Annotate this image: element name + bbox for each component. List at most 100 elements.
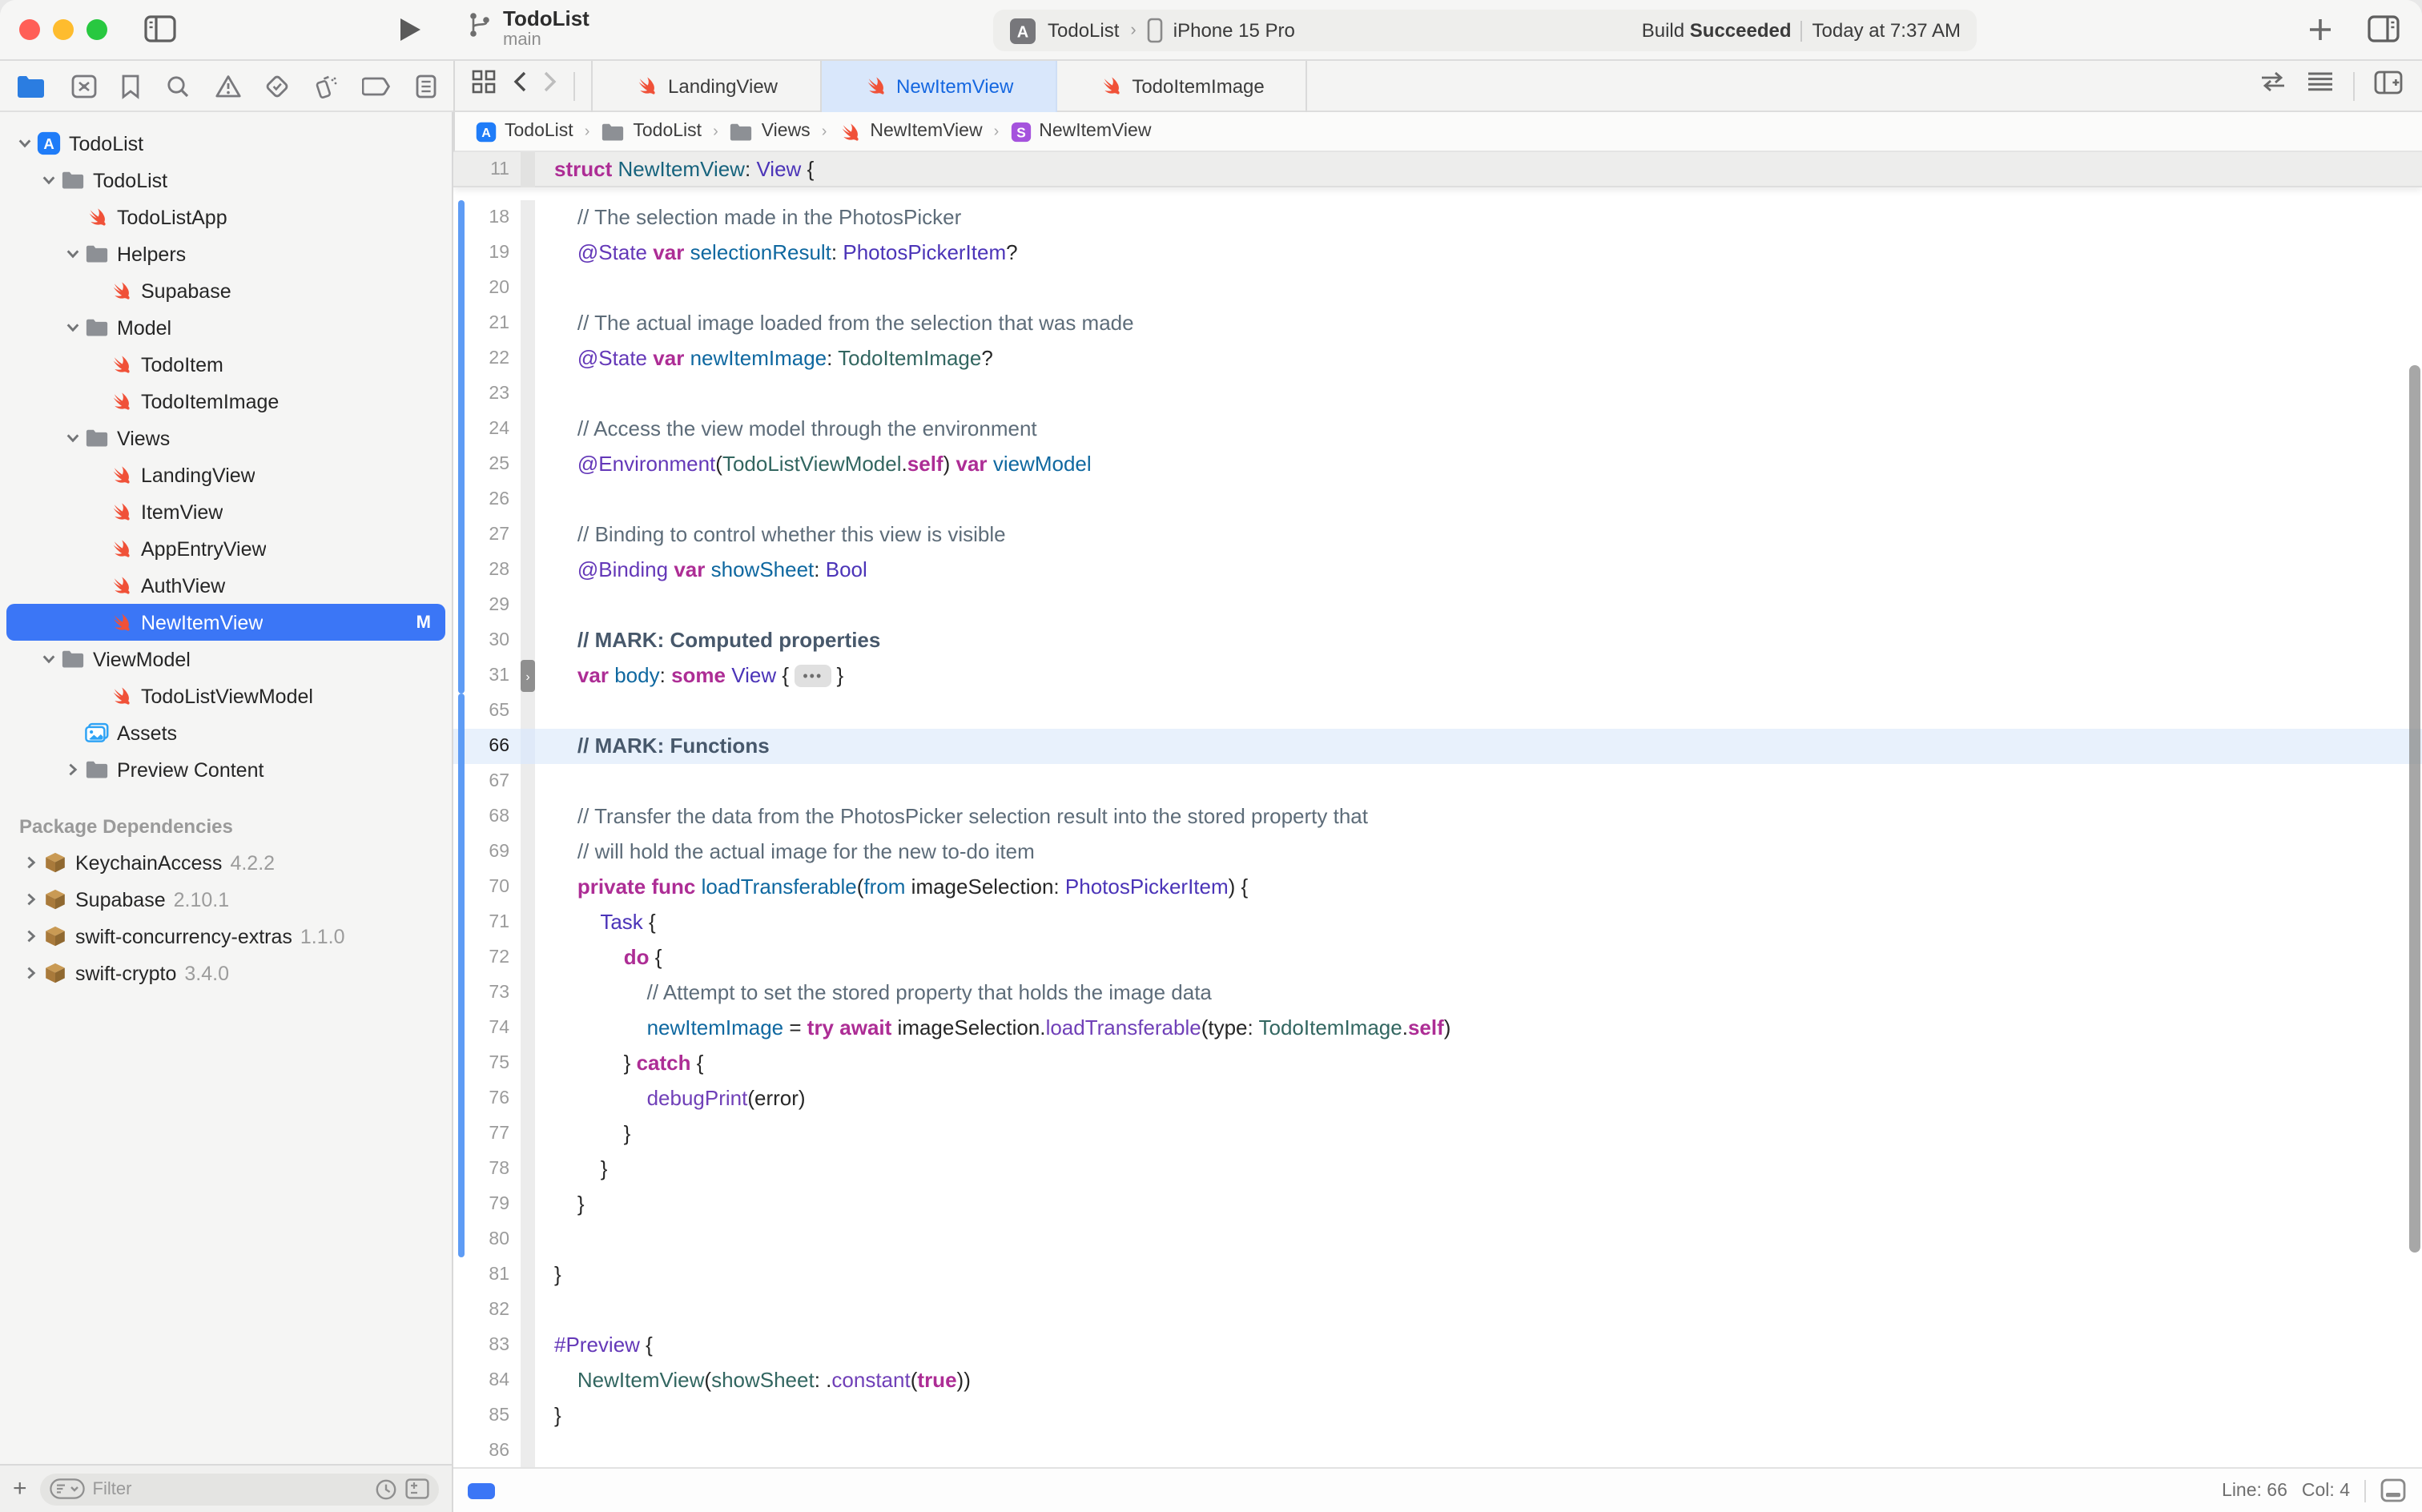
package-item-supabase[interactable]: Supabase2.10.1 [6, 881, 445, 918]
related-items-button[interactable] [471, 69, 497, 103]
code-line-24[interactable]: 24 // Access the view model through the … [453, 412, 2422, 447]
code-line-74[interactable]: 74 newItemImage = try await imageSelecti… [453, 1011, 2422, 1046]
code-line-66[interactable]: 66 // MARK: Functions [453, 729, 2422, 764]
code-line-21[interactable]: 21 // The actual image loaded from the s… [453, 306, 2422, 341]
fold-ribbon[interactable] [521, 1257, 535, 1293]
code-line-22[interactable]: 22 @State var newItemImage: TodoItemImag… [453, 341, 2422, 376]
recent-files-icon[interactable] [375, 1478, 397, 1500]
sidebar-item-viewmodel[interactable]: ViewModel [6, 641, 445, 678]
sidebar-item-assets[interactable]: Assets [6, 714, 445, 751]
fold-ribbon[interactable] [521, 1434, 535, 1467]
sidebar-item-helpers[interactable]: Helpers [6, 235, 445, 272]
project-navigator-tab[interactable] [16, 73, 46, 99]
fold-ribbon[interactable] [521, 1222, 535, 1257]
line-number[interactable]: 85 [453, 1406, 521, 1426]
code-line-72[interactable]: 72 do { [453, 940, 2422, 975]
sidebar-item-model[interactable]: Model [6, 309, 445, 346]
code-line-19[interactable]: 19 @State var selectionResult: PhotosPic… [453, 235, 2422, 271]
code-line-30[interactable]: 30 // MARK: Computed properties [453, 623, 2422, 658]
fold-ribbon[interactable] [521, 975, 535, 1011]
close-button[interactable] [19, 19, 40, 40]
code-line-84[interactable]: 84 NewItemView(showSheet: .constant(true… [453, 1363, 2422, 1398]
toggle-bottom-bar-icon[interactable] [2380, 1478, 2406, 1502]
code-review-button[interactable] [2259, 70, 2287, 101]
zoom-button[interactable] [86, 19, 107, 40]
fold-ribbon[interactable] [521, 799, 535, 834]
toggle-left-sidebar-button[interactable] [144, 14, 176, 43]
code-line-70[interactable]: 70 private func loadTransferable(from im… [453, 870, 2422, 905]
package-item-keychainaccess[interactable]: KeychainAccess4.2.2 [6, 844, 445, 881]
code-line-77[interactable]: 77 } [453, 1116, 2422, 1152]
breakpoints-navigator-tab[interactable] [363, 74, 392, 97]
source-control-filter-icon[interactable] [405, 1478, 429, 1499]
code-line-29[interactable]: 29 [453, 588, 2422, 623]
fold-ribbon[interactable] [521, 940, 535, 975]
fold-ribbon[interactable] [521, 1293, 535, 1328]
breakpoint-indicator[interactable] [468, 1482, 495, 1498]
line-number[interactable]: 82 [453, 1301, 521, 1320]
fold-marker-icon[interactable]: › [521, 660, 535, 692]
code-line-65[interactable]: 65 [453, 694, 2422, 729]
fold-ribbon[interactable] [521, 376, 535, 412]
fold-ribbon[interactable] [521, 1116, 535, 1152]
chevron-right-icon[interactable] [61, 762, 83, 777]
fold-ribbon[interactable] [521, 482, 535, 517]
fold-ribbon[interactable] [521, 1081, 535, 1116]
code-line-18[interactable]: 18 // The selection made in the PhotosPi… [453, 200, 2422, 235]
run-destination[interactable]: iPhone 15 Pro [1173, 19, 1295, 42]
editor-tab-todoitemimage[interactable]: TodoItemImage [1056, 60, 1307, 111]
filter-field[interactable]: Filter [40, 1473, 439, 1505]
chevron-down-icon[interactable] [37, 173, 59, 187]
editor-tab-landingview[interactable]: LandingView [591, 60, 821, 111]
breadcrumb-item-2[interactable]: Views [730, 121, 811, 142]
issues-navigator-tab[interactable] [214, 73, 241, 99]
line-number[interactable]: 81 [453, 1265, 521, 1285]
fold-ribbon[interactable] [521, 1152, 535, 1187]
bookmarks-navigator-tab[interactable] [121, 73, 142, 99]
reports-navigator-tab[interactable] [415, 73, 437, 99]
tests-navigator-tab[interactable] [264, 73, 290, 99]
adjust-editor-options-button[interactable] [2307, 70, 2334, 101]
code-line-26[interactable]: 26 [453, 482, 2422, 517]
line-number[interactable]: 84 [453, 1371, 521, 1390]
fold-ribbon[interactable] [521, 517, 535, 553]
chevron-down-icon[interactable] [61, 431, 83, 445]
code-line-27[interactable]: 27 // Binding to control whether this vi… [453, 517, 2422, 553]
package-item-swift-crypto[interactable]: swift-crypto3.4.0 [6, 955, 445, 991]
sidebar-item-authview[interactable]: AuthView [6, 567, 445, 604]
line-number[interactable]: 83 [453, 1336, 521, 1355]
fold-ribbon[interactable] [521, 1363, 535, 1398]
scheme-bar[interactable]: A TodoList › iPhone 15 Pro Build Succeed… [993, 10, 1977, 51]
code-line-82[interactable]: 82 [453, 1293, 2422, 1328]
sidebar-item-todolistviewmodel[interactable]: TodoListViewModel [6, 678, 445, 714]
fold-ribbon[interactable] [521, 271, 535, 306]
code-line-79[interactable]: 79 } [453, 1187, 2422, 1222]
fold-ribbon[interactable] [521, 152, 535, 187]
code-line-71[interactable]: 71 Task { [453, 905, 2422, 940]
package-item-swift-concurrency-extras[interactable]: swift-concurrency-extras1.1.0 [6, 918, 445, 955]
run-button[interactable] [397, 16, 423, 43]
fold-ribbon[interactable] [521, 834, 535, 870]
fold-ribbon[interactable] [521, 905, 535, 940]
fold-ribbon[interactable] [521, 553, 535, 588]
code-line-68[interactable]: 68 // Transfer the data from the PhotosP… [453, 799, 2422, 834]
editor-tab-newitemview[interactable]: NewItemView [821, 60, 1056, 111]
chevron-right-icon[interactable] [19, 855, 42, 870]
code-line-73[interactable]: 73 // Attempt to set the stored property… [453, 975, 2422, 1011]
sidebar-item-todolist[interactable]: TodoList [6, 162, 445, 199]
code-line-31[interactable]: 31› var body: some View { ••• } [453, 658, 2422, 694]
fold-ribbon[interactable] [521, 1187, 535, 1222]
sidebar-item-appentryview[interactable]: AppEntryView [6, 530, 445, 567]
sidebar-item-todoitem[interactable]: TodoItem [6, 346, 445, 383]
chevron-down-icon[interactable] [13, 136, 35, 151]
code-line-28[interactable]: 28 @Binding var showSheet: Bool [453, 553, 2422, 588]
fold-ribbon[interactable] [521, 764, 535, 799]
source-control-navigator-tab[interactable] [70, 73, 97, 99]
sidebar-item-preview-content[interactable]: Preview Content [6, 751, 445, 788]
fold-ribbon[interactable] [521, 694, 535, 729]
code-line-75[interactable]: 75 } catch { [453, 1046, 2422, 1081]
breadcrumb-item-4[interactable]: SNewItemView [1010, 121, 1151, 142]
sidebar-item-newitemview[interactable]: NewItemViewM [6, 604, 445, 641]
fold-ribbon[interactable] [521, 729, 535, 764]
sidebar-item-todolist[interactable]: ATodoList [6, 125, 445, 162]
